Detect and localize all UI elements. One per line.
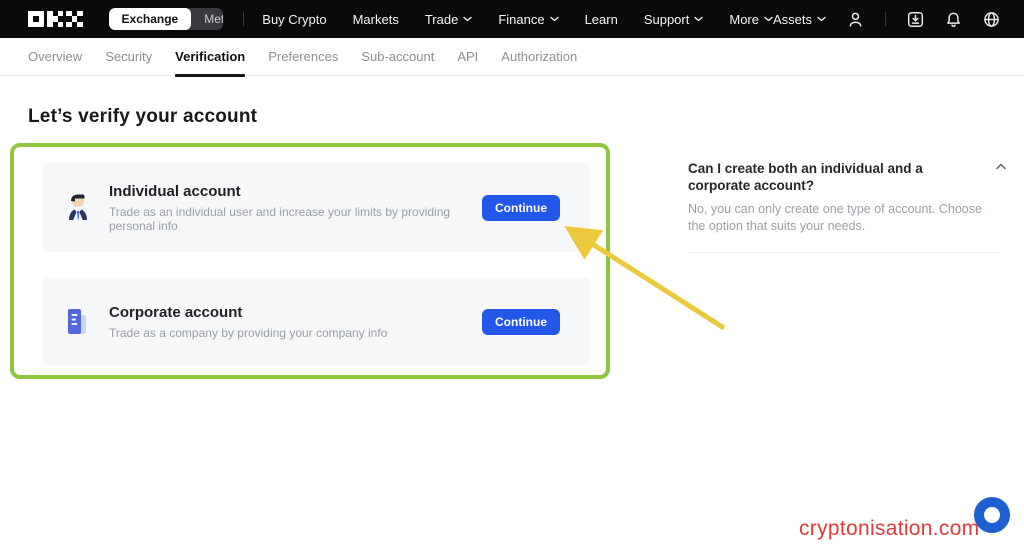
active-tab-underline xyxy=(175,74,245,77)
corporate-card-title: Corporate account xyxy=(109,304,387,321)
tab-api[interactable]: API xyxy=(457,38,478,76)
nav-label: More xyxy=(729,12,759,27)
nav-label: Learn xyxy=(585,12,618,27)
account-tabs: Overview Security Verification Preferenc… xyxy=(0,38,1024,76)
nav-more[interactable]: More xyxy=(729,12,773,27)
corporate-card-description: Trade as a company by providing your com… xyxy=(109,326,387,340)
nav-buy-crypto[interactable]: Buy Crypto xyxy=(262,12,326,27)
faq-question: Can I create both an individual and a co… xyxy=(688,160,974,194)
nav-label: Markets xyxy=(353,12,399,27)
verification-page: Exchange MetaX Buy Crypto Markets Trade … xyxy=(0,0,1024,552)
download-app-icon[interactable] xyxy=(907,11,924,28)
topbar-divider xyxy=(885,12,886,26)
nav-finance[interactable]: Finance xyxy=(498,12,558,27)
toggle-metax[interactable]: MetaX xyxy=(191,8,223,30)
tab-authorization[interactable]: Authorization xyxy=(501,38,577,76)
chevron-down-icon xyxy=(463,16,472,22)
individual-card-title: Individual account xyxy=(109,183,482,200)
corporate-building-icon xyxy=(63,306,93,338)
product-toggle: Exchange MetaX xyxy=(109,8,224,30)
chevron-down-icon xyxy=(694,16,703,22)
nav-markets[interactable]: Markets xyxy=(353,12,399,27)
chevron-down-icon xyxy=(550,16,559,22)
individual-account-card[interactable]: Individual account Trade as an individua… xyxy=(43,163,590,252)
notifications-bell-icon[interactable] xyxy=(945,11,962,28)
corporate-card-text: Corporate account Trade as a company by … xyxy=(109,304,387,340)
chat-widget-icon[interactable] xyxy=(974,497,1010,533)
nav-support[interactable]: Support xyxy=(644,12,704,27)
annotation-arrow xyxy=(0,0,1024,552)
nav-label: Assets xyxy=(773,12,812,27)
faq-divider xyxy=(688,252,1000,253)
tab-overview[interactable]: Overview xyxy=(28,38,82,76)
individual-card-text: Individual account Trade as an individua… xyxy=(109,183,482,233)
nav-label: Finance xyxy=(498,12,544,27)
tab-security[interactable]: Security xyxy=(105,38,152,76)
toggle-exchange[interactable]: Exchange xyxy=(109,8,192,30)
watermark-text: cryptonisation.com xyxy=(799,517,979,541)
tab-preferences[interactable]: Preferences xyxy=(268,38,338,76)
faq-answer: No, you can only create one type of acco… xyxy=(688,201,984,235)
nav-assets[interactable]: Assets xyxy=(773,12,826,27)
faq-question-row[interactable]: Can I create both an individual and a co… xyxy=(688,160,1006,194)
topbar-right-cluster: Assets xyxy=(773,11,1000,28)
okx-logo-glyph-x xyxy=(66,11,82,27)
user-profile-icon[interactable] xyxy=(847,11,864,28)
tab-label: Verification xyxy=(175,49,245,64)
okx-logo[interactable] xyxy=(28,11,83,27)
nav-trade[interactable]: Trade xyxy=(425,12,472,27)
chevron-down-icon xyxy=(764,16,773,22)
faq-panel: Can I create both an individual and a co… xyxy=(688,160,1006,253)
tab-sub-account[interactable]: Sub-account xyxy=(361,38,434,76)
okx-logo-glyph-o xyxy=(28,11,44,27)
chevron-down-icon xyxy=(817,16,826,22)
corporate-account-card[interactable]: Corporate account Trade as a company by … xyxy=(43,278,590,365)
nav-label: Buy Crypto xyxy=(262,12,326,27)
language-globe-icon[interactable] xyxy=(983,11,1000,28)
individual-continue-button[interactable]: Continue xyxy=(482,195,560,221)
chevron-up-icon xyxy=(996,163,1006,170)
individual-person-icon xyxy=(63,192,93,224)
individual-card-description: Trade as an individual user and increase… xyxy=(109,205,482,233)
nav-label: Trade xyxy=(425,12,458,27)
top-navigation-bar: Exchange MetaX Buy Crypto Markets Trade … xyxy=(0,0,1024,38)
nav-label: Support xyxy=(644,12,690,27)
primary-nav: Buy Crypto Markets Trade Finance Learn S… xyxy=(262,12,773,27)
okx-logo-glyph-k xyxy=(47,11,63,27)
page-title: Let’s verify your account xyxy=(28,106,257,128)
corporate-continue-button[interactable]: Continue xyxy=(482,309,560,335)
nav-learn[interactable]: Learn xyxy=(585,12,618,27)
topbar-divider xyxy=(243,12,244,26)
tab-verification[interactable]: Verification xyxy=(175,38,245,76)
